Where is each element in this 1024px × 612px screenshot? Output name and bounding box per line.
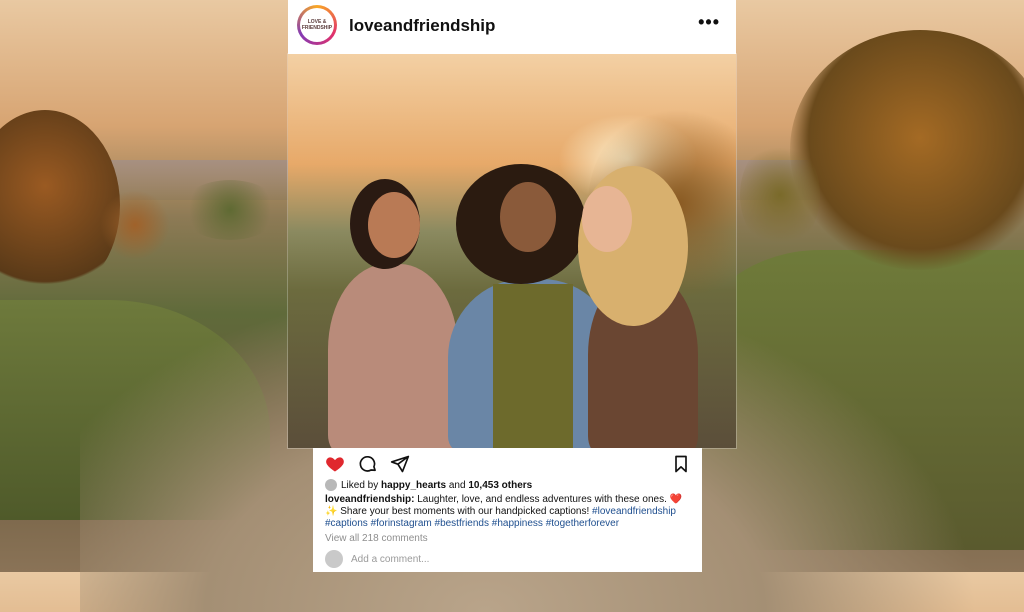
post-caption: loveandfriendship: Laughter, love, and e… — [325, 494, 690, 530]
user-avatar — [325, 550, 343, 568]
comment-icon[interactable] — [358, 454, 378, 474]
more-horizontal-icon[interactable]: ••• — [698, 12, 720, 33]
person-left — [328, 264, 458, 448]
person-center-sweater — [493, 284, 573, 448]
person-center-face — [500, 182, 556, 252]
add-comment-row[interactable]: Add a comment... — [325, 550, 429, 568]
tree — [0, 110, 120, 300]
profile-avatar[interactable]: LOVE & FRIENDSHIP — [297, 5, 337, 45]
send-icon[interactable] — [390, 454, 410, 474]
liker-username[interactable]: happy_hearts — [381, 480, 446, 491]
tree — [740, 140, 820, 250]
liker-avatar — [325, 479, 337, 491]
tree — [180, 180, 280, 240]
tree — [100, 190, 170, 260]
heart-filled-icon[interactable] — [325, 454, 345, 474]
view-all-comments-link[interactable]: View all 218 comments — [325, 533, 428, 544]
add-comment-input[interactable]: Add a comment... — [351, 554, 429, 565]
likes-summary[interactable]: Liked by happy_hearts and 10,453 others — [325, 479, 532, 491]
avatar-text: FRIENDSHIP — [301, 25, 333, 31]
bookmark-icon[interactable] — [671, 454, 691, 474]
avatar-logo: LOVE & FRIENDSHIP — [300, 8, 334, 42]
post-username[interactable]: loveandfriendship — [349, 16, 495, 36]
post-footer: Liked by happy_hearts and 10,453 others … — [313, 448, 702, 572]
likes-count[interactable]: 10,453 others — [468, 480, 532, 491]
post-image[interactable] — [288, 54, 736, 448]
post-header: LOVE & FRIENDSHIP loveandfriendship ••• — [288, 0, 736, 54]
tree — [790, 30, 1024, 270]
likes-prefix: Liked by — [341, 479, 382, 491]
likes-middle: and — [446, 479, 469, 491]
caption-username[interactable]: loveandfriendship: — [325, 494, 414, 505]
person-left-face — [368, 192, 420, 258]
person-right-face — [582, 186, 632, 252]
